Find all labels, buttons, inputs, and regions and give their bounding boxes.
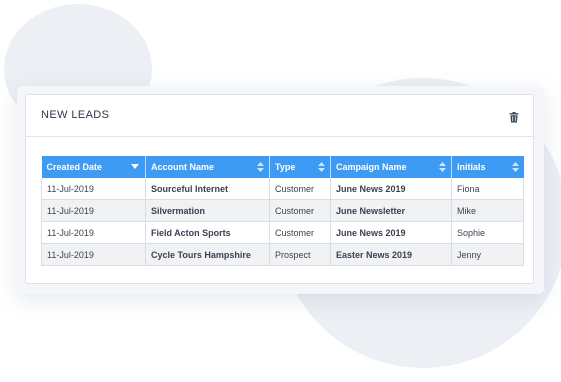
cell-account-name: Field Acton Sports	[145, 221, 270, 244]
panel-title: NEW LEADS	[41, 109, 110, 121]
cell-type: Prospect	[269, 243, 331, 266]
cell-campaign-name: June Newsletter	[330, 199, 452, 222]
cell-type: Customer	[269, 221, 331, 244]
panel-header: NEW LEADS	[26, 95, 533, 137]
cell-created-date: 11-Jul-2019	[41, 199, 146, 222]
cell-campaign-name: June News 2019	[330, 178, 452, 200]
leads-table: Created Date Account Name Type Campaign …	[41, 156, 524, 266]
cell-initials: Mike	[451, 199, 524, 222]
sort-icon[interactable]	[318, 162, 325, 172]
column-header-initials[interactable]: Initials	[451, 156, 524, 178]
column-header-type[interactable]: Type	[269, 156, 331, 178]
cell-initials: Fiona	[451, 178, 524, 200]
column-header-label: Account Name	[151, 162, 215, 172]
new-leads-card: NEW LEADS Created Date Account Name Type…	[17, 86, 544, 294]
cell-type: Customer	[269, 199, 331, 222]
cell-initials: Sophie	[451, 221, 524, 244]
cell-created-date: 11-Jul-2019	[41, 178, 146, 200]
column-header-campaign-name[interactable]: Campaign Name	[330, 156, 452, 178]
table-row[interactable]: 11-Jul-2019 Field Acton Sports Customer …	[41, 221, 524, 244]
column-header-label: Type	[275, 162, 296, 172]
column-header-account-name[interactable]: Account Name	[145, 156, 270, 178]
leads-table-container: Created Date Account Name Type Campaign …	[41, 156, 524, 266]
table-row[interactable]: 11-Jul-2019 Sourceful Internet Customer …	[41, 178, 524, 200]
trash-icon[interactable]	[509, 110, 519, 123]
sort-icon[interactable]	[439, 162, 446, 172]
cell-created-date: 11-Jul-2019	[41, 221, 146, 244]
column-header-label: Initials	[457, 162, 486, 172]
sort-icon[interactable]	[511, 162, 519, 172]
new-leads-panel: NEW LEADS Created Date Account Name Type…	[25, 94, 534, 284]
sort-icon[interactable]	[257, 162, 264, 172]
cell-created-date: 11-Jul-2019	[41, 243, 146, 266]
table-header-row: Created Date Account Name Type Campaign …	[41, 156, 524, 178]
cell-initials: Jenny	[451, 243, 524, 266]
cell-account-name: Cycle Tours Hampshire	[145, 243, 270, 266]
cell-campaign-name: Easter News 2019	[330, 243, 452, 266]
cell-campaign-name: June News 2019	[330, 221, 452, 244]
column-header-label: Created Date	[46, 162, 103, 172]
table-row[interactable]: 11-Jul-2019 Cycle Tours Hampshire Prospe…	[41, 243, 524, 266]
cell-type: Customer	[269, 178, 331, 200]
cell-account-name: Sourceful Internet	[145, 178, 270, 200]
cell-account-name: Silvermation	[145, 199, 270, 222]
table-row[interactable]: 11-Jul-2019 Silvermation Customer June N…	[41, 199, 524, 222]
sort-descending-icon[interactable]	[131, 164, 139, 170]
column-header-created-date[interactable]: Created Date	[41, 156, 146, 178]
column-header-label: Campaign Name	[336, 162, 407, 172]
